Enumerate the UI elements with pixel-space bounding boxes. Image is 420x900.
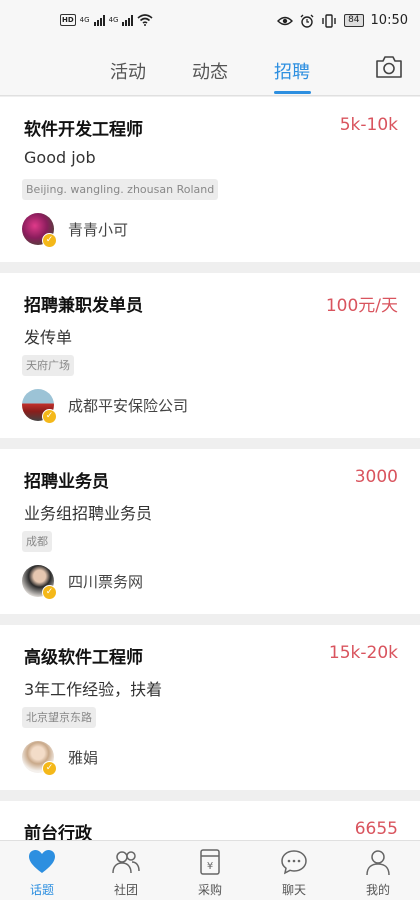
nav-label: 聊天: [281, 883, 306, 897]
active-tab-indicator: [274, 91, 311, 94]
poster-name: 成都平安保险公司: [68, 396, 189, 415]
job-card[interactable]: 招聘业务员 3000 业务组招聘业务员 成都 ✓ 四川票务网: [0, 449, 420, 614]
job-description: Good job: [24, 148, 96, 167]
job-location-tag: 北京望京东路: [22, 707, 96, 728]
verified-badge-icon: ✓: [42, 233, 57, 248]
status-left: HD 4G 4G: [60, 14, 153, 26]
purchase-icon: ¥: [200, 849, 220, 875]
battery-icon: 84: [344, 14, 364, 27]
job-description: 业务组招聘业务员: [24, 504, 153, 523]
svg-text:¥: ¥: [207, 861, 213, 872]
job-description: 3年工作经验，扶着: [24, 680, 163, 699]
hd-badge: HD: [60, 14, 76, 26]
group-icon: [112, 851, 140, 874]
job-title: 前台行政: [24, 824, 92, 840]
job-poster[interactable]: ✓ 雅娟: [22, 741, 99, 776]
alarm-icon: [300, 14, 314, 28]
job-description: 发传单: [24, 328, 73, 347]
job-feed[interactable]: 软件开发工程师 5k-10k Good job Beijing. wanglin…: [0, 97, 420, 840]
car-avatar[interactable]: ✓: [22, 389, 57, 424]
job-salary: 15k-20k: [328, 643, 398, 663]
job-card[interactable]: 招聘兼职发单员 100元/天 发传单 天府广场 ✓ 成都平安保险公司: [0, 273, 420, 438]
tab-activity[interactable]: 活动: [110, 58, 146, 84]
heart-icon: [29, 850, 55, 873]
job-card[interactable]: 软件开发工程师 5k-10k Good job Beijing. wanglin…: [0, 97, 420, 262]
tab-moments[interactable]: 动态: [192, 58, 228, 84]
nav-label: 我的: [365, 883, 390, 897]
job-salary: 3000: [354, 467, 398, 487]
job-location-tag: 天府广场: [22, 355, 74, 376]
nav-purchase[interactable]: ¥ 采购: [168, 847, 252, 898]
status-bar: HD 4G 4G 84 10:50: [0, 0, 420, 46]
flower-avatar[interactable]: ✓: [22, 213, 57, 248]
poster-name: 青青小可: [68, 220, 129, 239]
poster-name: 四川票务网: [68, 572, 144, 591]
verified-badge-icon: ✓: [42, 761, 57, 776]
poster-name: 雅娟: [68, 748, 99, 767]
job-title: 软件开发工程师: [24, 120, 143, 140]
profile-icon: [366, 850, 390, 876]
chat-icon: [281, 850, 307, 875]
job-salary: 5k-10k: [339, 115, 398, 135]
job-card[interactable]: 前台行政 6655: [0, 801, 420, 840]
signal-2-icon: [122, 14, 134, 26]
job-salary: 100元/天: [325, 296, 398, 316]
nav-label: 社团: [113, 883, 138, 897]
top-tab-bar: 活动 动态 招聘: [0, 46, 420, 96]
verified-badge-icon: ✓: [42, 585, 57, 600]
verified-badge-icon: ✓: [42, 409, 57, 424]
job-salary: 6655: [354, 819, 398, 839]
eye-icon: [277, 16, 294, 25]
job-title: 招聘兼职发单员: [24, 296, 143, 316]
tab-recruitment[interactable]: 招聘: [274, 58, 310, 84]
job-poster[interactable]: ✓ 青青小可: [22, 213, 129, 248]
nav-label: 采购: [197, 883, 222, 897]
job-title: 招聘业务员: [24, 472, 109, 492]
nav-chat[interactable]: 聊天: [252, 847, 336, 898]
girl-avatar[interactable]: ✓: [22, 741, 57, 776]
clock: 10:50: [370, 13, 408, 28]
job-location-tag: Beijing. wangling. zhousan Roland: [22, 179, 219, 200]
signal-1-label: 4G: [79, 16, 90, 24]
bottom-nav: 话题 社团 ¥ 采购 聊天 我的: [0, 840, 420, 900]
job-title: 高级软件工程师: [24, 648, 143, 668]
person-avatar[interactable]: ✓: [22, 565, 57, 600]
camera-icon[interactable]: [374, 54, 404, 80]
nav-groups[interactable]: 社团: [84, 847, 168, 898]
job-location-tag: 成都: [22, 531, 52, 552]
status-right: 84 10:50: [277, 13, 408, 28]
job-poster[interactable]: ✓ 四川票务网: [22, 565, 144, 600]
job-poster[interactable]: ✓ 成都平安保险公司: [22, 389, 189, 424]
signal-1-icon: [93, 14, 105, 26]
job-card[interactable]: 高级软件工程师 15k-20k 3年工作经验，扶着 北京望京东路 ✓ 雅娟: [0, 625, 420, 790]
nav-topics[interactable]: 话题: [0, 847, 84, 898]
signal-2-label: 4G: [108, 16, 119, 24]
wifi-icon: [137, 14, 153, 26]
nav-profile[interactable]: 我的: [336, 847, 420, 898]
vibrate-icon: [322, 13, 336, 28]
nav-label: 话题: [29, 883, 54, 897]
